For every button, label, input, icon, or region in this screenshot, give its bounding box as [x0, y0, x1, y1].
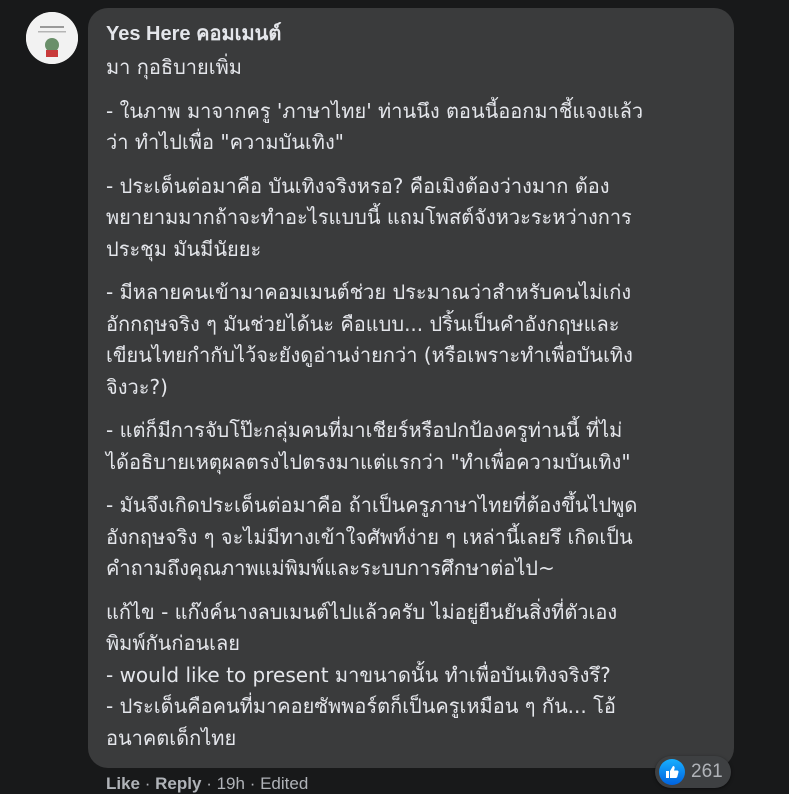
- comment-line: แก้ไข - แก๊งค์นางลบเมนต์ไปแล้วครับ ไม่อย…: [106, 599, 618, 624]
- comment-line: พยายามมากถ้าจะทำอะไรแบบนี้ แถมโพสต์จังหว…: [106, 205, 632, 229]
- comment-paragraph: - ประเด็นต่อมาคือ บันเทิงจริงหรอ? คือเมิ…: [106, 171, 718, 266]
- comment-text: มา กุอธิบายเพิ่ม - ในภาพ มาจากครู 'ภาษาไท…: [106, 52, 718, 754]
- comment-line: อักกฤษจริง ๆ มันช่วยได้นะ คือแบบ... ปริ้…: [106, 311, 620, 336]
- comment-line: - มีหลายคนเข้ามาคอมเมนต์ช่วย ประมาณว่าสำ…: [106, 280, 632, 304]
- comment-line: - มันจึงเกิดประเด็นต่อมาคือ ถ้าเป็นครูภา…: [106, 493, 638, 517]
- separator: ·: [249, 774, 261, 793]
- comment-paragraph: มา กุอธิบายเพิ่ม: [106, 52, 718, 84]
- edited-label[interactable]: Edited: [260, 774, 308, 793]
- comment-line: - ประเด็นต่อมาคือ บันเทิงจริงหรอ? คือเมิ…: [106, 173, 610, 198]
- separator: ·: [144, 774, 156, 793]
- comment-line: - ประเด็นคือคนที่มาคอยซัพพอร์ตก็เป็นครูเ…: [106, 694, 616, 718]
- like-action[interactable]: Like: [106, 774, 140, 793]
- like-icon: [659, 759, 685, 785]
- comment-author[interactable]: Yes Here คอมเมนต์: [106, 22, 718, 46]
- separator: ·: [206, 774, 217, 793]
- reaction-count: 261: [691, 761, 723, 782]
- comment-bubble: Yes Here คอมเมนต์ มา กุอธิบายเพิ่ม - ในภา…: [88, 8, 734, 768]
- comment-line: - แต่ก็มีการจับโป๊ะกลุ่มคนที่มาเชียร์หรื…: [106, 418, 623, 442]
- comment-line: ประชุม มันมีนัยยะ: [106, 236, 262, 261]
- comment-actions: Like · Reply · 19h · Edited: [106, 774, 308, 794]
- comment-line: - ในภาพ มาจากครู 'ภาษาไทย' ท่านนึง ตอนนี…: [106, 98, 644, 123]
- comment-line: ได้อธิบายเหตุผลตรงไปตรงมาแต่แรกว่า "ทำเพ…: [106, 449, 631, 474]
- comment-line: จิงวะ?): [106, 374, 168, 399]
- comment-line: พิมพ์กันก่อนเลย: [106, 631, 240, 655]
- reaction-summary[interactable]: 261: [655, 756, 731, 788]
- timestamp[interactable]: 19h: [217, 774, 245, 793]
- avatar[interactable]: [26, 12, 78, 64]
- comment-line: คำถามถึงคุณภาพแม่พิมพ์และระบบการศึกษาต่อ…: [106, 556, 555, 580]
- comment-line: เขียนไทยกำกับไว้จะยังดูอ่านง่ายกว่า (หรื…: [106, 343, 633, 367]
- comment-paragraph: - ในภาพ มาจากครู 'ภาษาไทย' ท่านนึง ตอนนี…: [106, 96, 718, 159]
- comment-paragraph: - มันจึงเกิดประเด็นต่อมาคือ ถ้าเป็นครูภา…: [106, 490, 718, 585]
- comment-line: อนาคตเด็กไทย: [106, 725, 237, 750]
- comment-line: มา กุอธิบายเพิ่ม: [106, 55, 242, 79]
- comment-paragraph: แก้ไข - แก๊งค์นางลบเมนต์ไปแล้วครับ ไม่อย…: [106, 597, 718, 755]
- avatar-image: [26, 12, 78, 64]
- comment-line: ว่า ทำไปเพื่อ "ความบันเทิง": [106, 130, 344, 154]
- comment-paragraph: - มีหลายคนเข้ามาคอมเมนต์ช่วย ประมาณว่าสำ…: [106, 277, 718, 403]
- reply-action[interactable]: Reply: [155, 774, 201, 793]
- comment-paragraph: - แต่ก็มีการจับโป๊ะกลุ่มคนที่มาเชียร์หรื…: [106, 415, 718, 478]
- comment-line: - would like to present มาขนาดนั้น ทำเพื…: [106, 662, 611, 687]
- comment-line: อังกฤษจริง ๆ จะไม่มีทางเข้าใจศัพท์ง่าย ๆ…: [106, 524, 633, 549]
